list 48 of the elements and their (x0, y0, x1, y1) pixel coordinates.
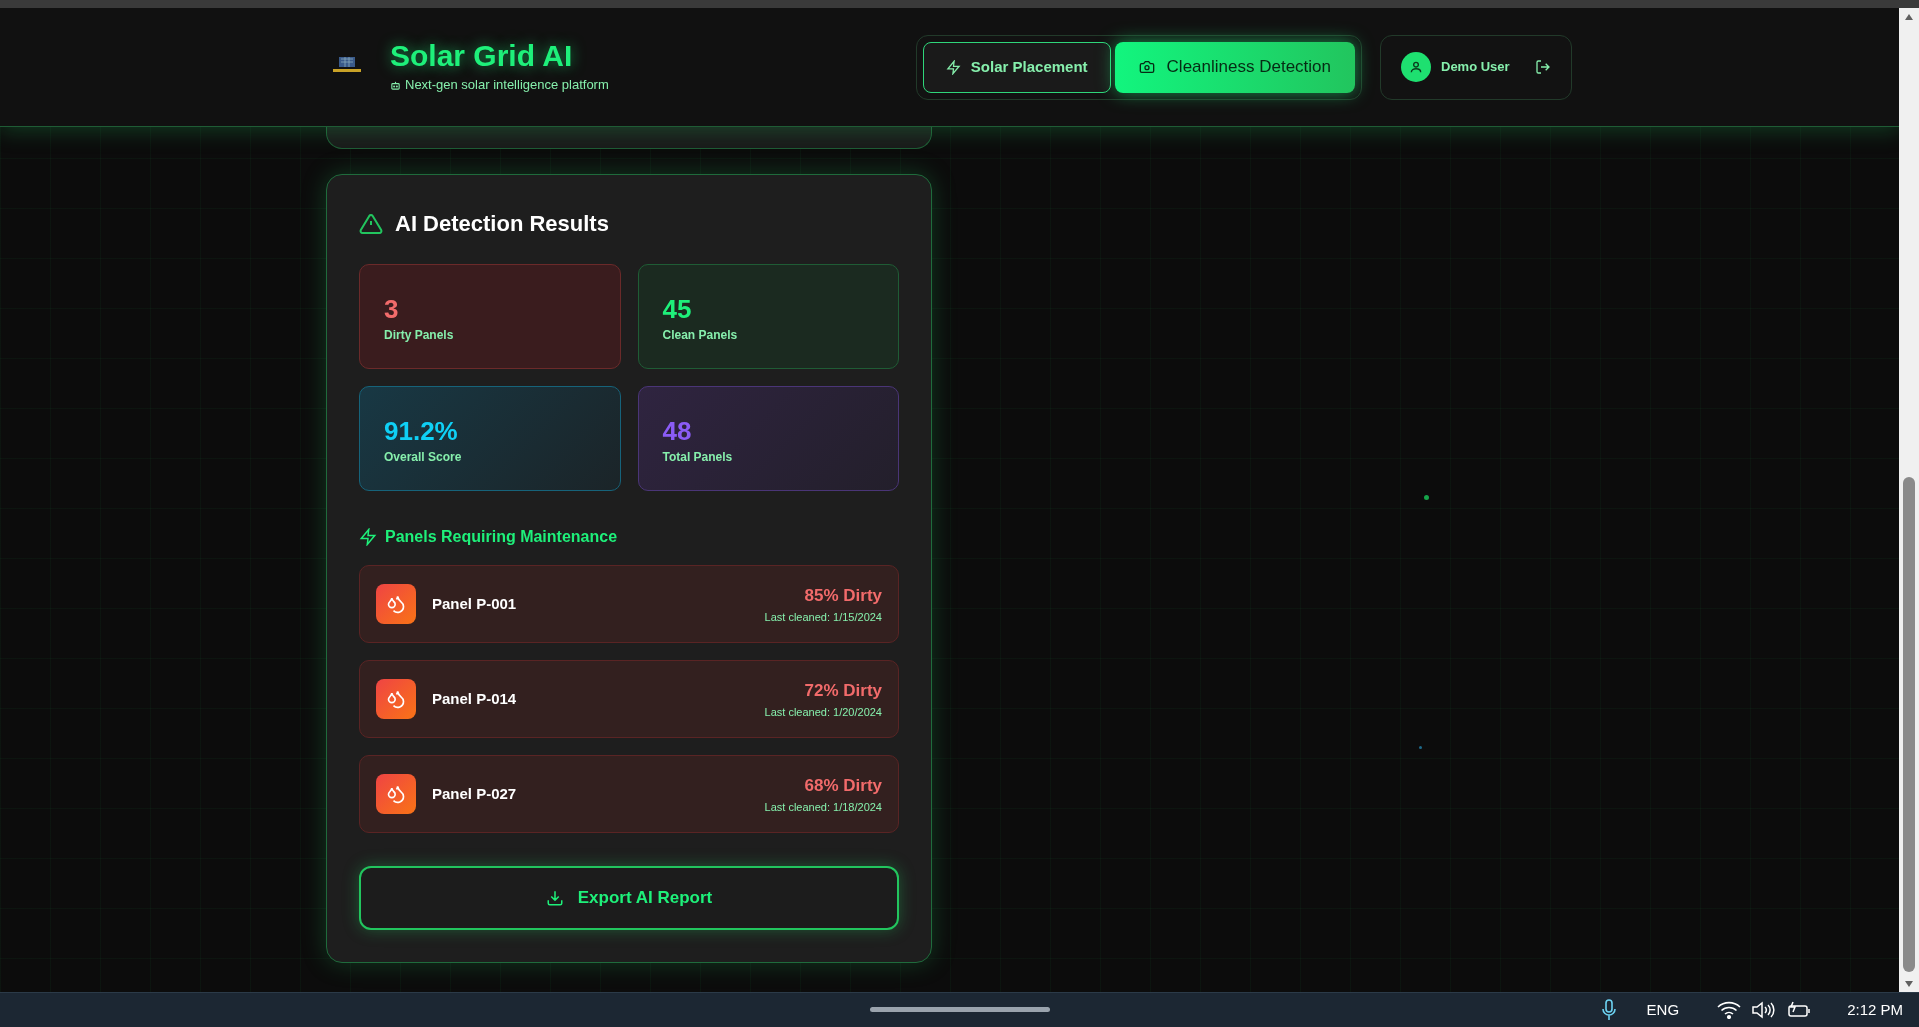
last-cleaned: Last cleaned: 1/15/2024 (764, 610, 882, 625)
scrollbar[interactable] (1899, 8, 1919, 992)
user-name: Demo User (1441, 58, 1510, 77)
clock[interactable]: 2:12 PM (1847, 998, 1903, 1022)
section-heading: Panels Requiring Maintenance (385, 527, 618, 547)
stat-value: 91.2% (384, 417, 459, 445)
avatar-icon (1401, 52, 1431, 82)
stat-value: 45 (662, 295, 693, 323)
panel-name: Panel P-001 (432, 593, 517, 614)
last-cleaned: Last cleaned: 1/20/2024 (764, 705, 882, 720)
droplets-icon (376, 584, 416, 624)
maintenance-row[interactable]: Panel P-001 85% Dirty Last cleaned: 1/15/2024 (359, 565, 899, 643)
app-subtitle: Next-gen solar intelligence platform (405, 76, 609, 95)
camera-icon (1138, 59, 1155, 75)
robot-icon (390, 79, 401, 91)
app-title: Solar Grid AI (390, 39, 574, 74)
scroll-up-icon[interactable] (1905, 13, 1913, 20)
panel-name: Panel P-027 (432, 783, 517, 804)
bolt-icon (945, 59, 961, 75)
maintenance-row[interactable]: Panel P-027 68% Dirty Last cleaned: 1/18/2024 (359, 755, 899, 833)
results-title: AI Detection Results (395, 210, 609, 238)
droplets-icon (376, 679, 416, 719)
droplets-icon (376, 774, 416, 814)
dirt-level: 85% Dirty (804, 584, 882, 607)
panel-name: Panel P-014 (432, 688, 517, 709)
taskbar-handle[interactable] (870, 1007, 1050, 1012)
stat-label: Total Panels (662, 449, 734, 466)
warning-icon (359, 211, 383, 236)
nav-tab[interactable]: Solar Placement (922, 41, 1111, 93)
wifi-icon[interactable] (1717, 1001, 1742, 1019)
logout-icon[interactable] (1535, 59, 1551, 75)
stat-label: Dirty Panels (384, 327, 455, 344)
stat-label: Overall Score (384, 449, 463, 466)
download-icon (545, 889, 564, 907)
stat-value: 48 (662, 417, 693, 445)
scroll-down-icon[interactable] (1905, 980, 1913, 987)
nav-tab[interactable]: Cleanliness Detection (1114, 41, 1355, 93)
maintenance-row[interactable]: Panel P-014 72% Dirty Last cleaned: 1/20/2024 (359, 660, 899, 738)
bolt-icon (359, 528, 377, 546)
language-indicator[interactable]: ENG (1646, 998, 1680, 1022)
stat-value: 3 (384, 295, 400, 323)
dirt-level: 68% Dirty (804, 774, 882, 797)
stat-label: Clean Panels (662, 327, 739, 344)
dirt-level: 72% Dirty (804, 679, 882, 702)
volume-icon[interactable] (1751, 1001, 1776, 1019)
last-cleaned: Last cleaned: 1/18/2024 (764, 800, 882, 815)
export-button[interactable]: Export AI Report (359, 866, 899, 930)
microphone-icon[interactable] (1600, 999, 1617, 1021)
